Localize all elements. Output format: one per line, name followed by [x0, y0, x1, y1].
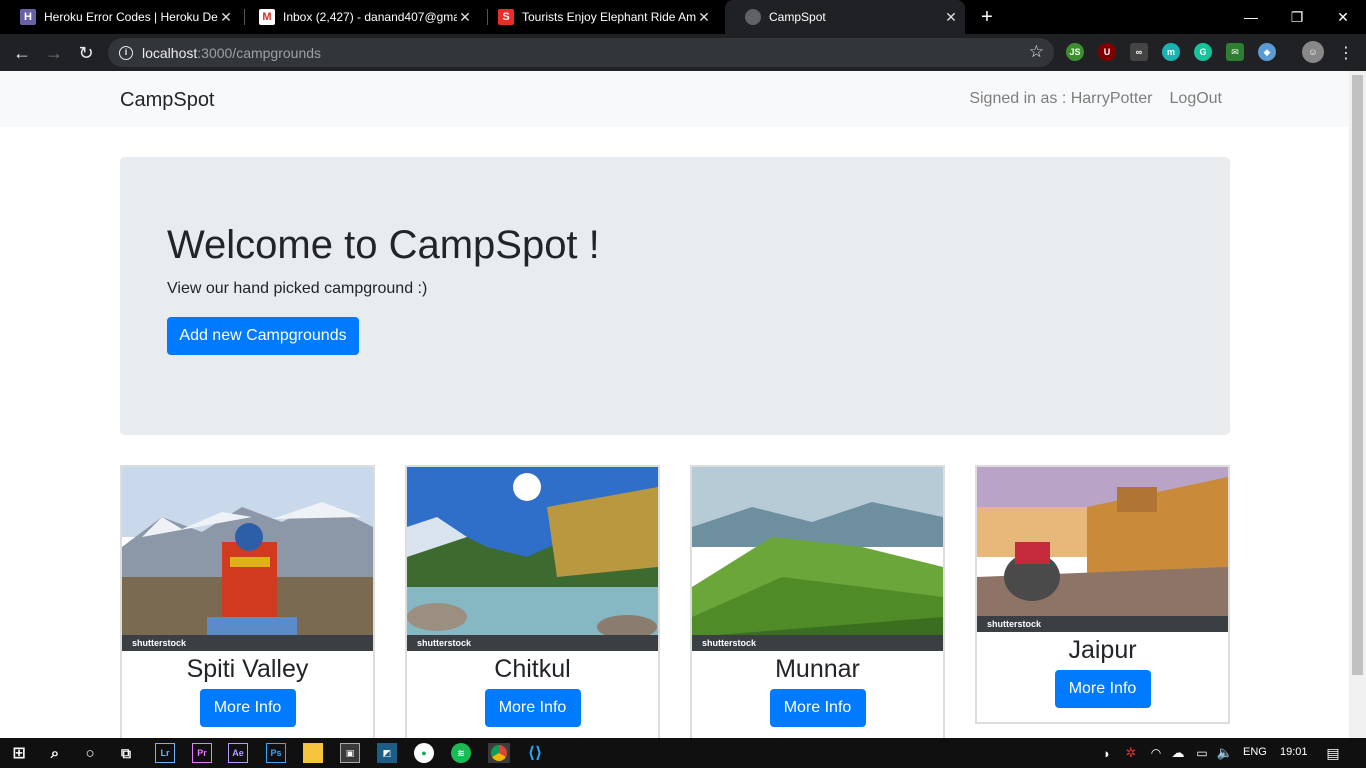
campground-name: Spiti Valley: [186, 655, 309, 683]
restore-icon[interactable]: ❐: [1274, 0, 1320, 34]
campground-image[interactable]: shutterstock: [692, 467, 943, 651]
app-icon[interactable]: ◩: [377, 743, 397, 763]
windows-start-icon[interactable]: ⊞: [9, 743, 29, 763]
close-icon[interactable]: ✕: [457, 9, 473, 26]
browser-tab-strip: H Heroku Error Codes | Heroku Dev ✕ M In…: [0, 0, 1366, 34]
watermark: shutterstock: [122, 635, 373, 651]
campground-card: shutterstock Munnar More Info: [690, 465, 945, 738]
colorpicker-extension-icon[interactable]: ◆: [1258, 43, 1276, 61]
tab-shutterstock[interactable]: S Tourists Enjoy Elephant Ride Ame ✕: [478, 0, 721, 34]
forward-icon[interactable]: →: [41, 40, 67, 66]
tab-gmail[interactable]: M Inbox (2,427) - danand407@gma ✕: [239, 0, 482, 34]
watermark: shutterstock: [407, 635, 658, 651]
window-close-icon[interactable]: ✕: [1320, 0, 1366, 34]
address-bar[interactable]: i localhost:3000/campgrounds ☆: [108, 38, 1054, 67]
campground-image[interactable]: shutterstock: [977, 467, 1228, 632]
cortana-icon[interactable]: ○: [80, 743, 100, 763]
menu-icon[interactable]: ⋮: [1333, 40, 1359, 66]
campground-name: Munnar: [775, 655, 860, 683]
heroku-icon: H: [20, 9, 36, 25]
watermark: shutterstock: [977, 616, 1228, 632]
tab-title: CampSpot: [769, 10, 826, 24]
nodejs-extension-icon[interactable]: JS: [1066, 43, 1084, 61]
campground-image[interactable]: shutterstock: [407, 467, 658, 651]
mail-extension-icon[interactable]: ✉: [1226, 43, 1244, 61]
campground-name: Chitkul: [494, 655, 571, 683]
photoshop-icon[interactable]: Ps: [266, 743, 286, 763]
brand-link[interactable]: CampSpot: [120, 89, 215, 112]
extension-icon[interactable]: ∞: [1130, 43, 1148, 61]
signed-in-label[interactable]: Signed in as : HarryPotter: [969, 90, 1152, 108]
clock[interactable]: 19:01: [1280, 746, 1308, 758]
logout-link[interactable]: LogOut: [1170, 90, 1222, 108]
vscode-icon[interactable]: ⟨⟩: [525, 743, 545, 763]
campground-card: shutterstock Jaipur More Info: [975, 465, 1230, 724]
battery-icon[interactable]: ▭: [1192, 743, 1212, 763]
task-view-icon[interactable]: ⧉: [116, 743, 136, 763]
chrome-icon[interactable]: [488, 743, 510, 763]
scrollbar[interactable]: [1349, 71, 1366, 738]
notification-icon[interactable]: ▤: [1323, 743, 1343, 763]
wifi-icon[interactable]: ◠: [1146, 743, 1166, 763]
lightroom-icon[interactable]: Lr: [155, 743, 175, 763]
spotify-icon[interactable]: ≋: [451, 743, 471, 763]
close-icon[interactable]: ✕: [218, 9, 234, 26]
store-icon[interactable]: ▣: [340, 743, 360, 763]
premiere-icon[interactable]: Pr: [192, 743, 212, 763]
bookmark-star-icon[interactable]: ☆: [1029, 42, 1044, 62]
tray-ext-icon[interactable]: ✲: [1121, 743, 1141, 763]
windows-taskbar: ⊞ ⌕ ○ ⧉ Lr Pr Ae Ps ▣ ◩ ● ≋ ⟨⟩ ◗ ✲ ◠ ☁ ▭…: [0, 738, 1366, 768]
page-viewport: CampSpot Signed in as : HarryPotter LogO…: [0, 71, 1349, 738]
close-icon[interactable]: ✕: [943, 9, 959, 26]
reload-icon[interactable]: ↻: [73, 40, 99, 66]
campground-image[interactable]: shutterstock: [122, 467, 373, 651]
new-tab-button[interactable]: +: [976, 5, 998, 29]
tab-title: Tourists Enjoy Elephant Ride Ame: [522, 10, 696, 24]
gmail-icon: M: [259, 9, 275, 25]
tray-app-icon[interactable]: ◗: [1097, 743, 1117, 763]
back-icon[interactable]: ←: [9, 40, 35, 66]
info-icon[interactable]: i: [119, 45, 133, 60]
mercury-extension-icon[interactable]: m: [1162, 43, 1180, 61]
campground-card: shutterstock Chitkul More Info: [405, 465, 660, 738]
tab-heroku[interactable]: H Heroku Error Codes | Heroku Dev ✕: [0, 0, 243, 34]
tab-title: Heroku Error Codes | Heroku Dev: [44, 10, 218, 24]
search-icon[interactable]: ⌕: [45, 743, 65, 763]
cloud-icon[interactable]: ☁: [1168, 743, 1188, 763]
grammarly-extension-icon[interactable]: G: [1194, 43, 1212, 61]
add-campground-button[interactable]: Add new Campgrounds: [167, 317, 359, 355]
more-info-button[interactable]: More Info: [769, 689, 866, 727]
globe-icon: [745, 9, 761, 25]
volume-icon[interactable]: 🔈: [1215, 743, 1235, 763]
mongodb-compass-icon[interactable]: ●: [414, 743, 434, 763]
tab-title: Inbox (2,427) - danand407@gma: [283, 10, 457, 24]
url-text[interactable]: localhost:3000/campgrounds: [142, 45, 321, 61]
campground-name: Jaipur: [1068, 636, 1137, 664]
close-icon[interactable]: ✕: [696, 9, 712, 26]
shutterstock-icon: S: [498, 9, 514, 25]
browser-toolbar: ← → ↻ i localhost:3000/campgrounds ☆ JS …: [0, 34, 1366, 71]
profile-avatar[interactable]: ☺: [1302, 41, 1324, 63]
watermark: shutterstock: [692, 635, 943, 651]
after-effects-icon[interactable]: Ae: [228, 743, 248, 763]
more-info-button[interactable]: More Info: [199, 689, 296, 727]
lead-text: View our hand picked campground :): [167, 280, 428, 297]
scrollbar-thumb[interactable]: [1352, 75, 1363, 675]
page-title: Welcome to CampSpot !: [167, 223, 600, 267]
minimize-icon[interactable]: —: [1228, 0, 1274, 34]
more-info-button[interactable]: More Info: [484, 689, 581, 727]
tab-campspot[interactable]: CampSpot ✕: [725, 0, 965, 34]
file-explorer-icon[interactable]: [303, 743, 323, 763]
language-indicator[interactable]: ENG: [1243, 746, 1267, 758]
site-navbar: CampSpot Signed in as : HarryPotter LogO…: [0, 71, 1349, 127]
more-info-button[interactable]: More Info: [1054, 670, 1151, 708]
campground-card: shutterstock Spiti Valley More Info: [120, 465, 375, 738]
jumbotron: Welcome to CampSpot ! View our hand pick…: [120, 157, 1230, 435]
ublock-extension-icon[interactable]: U: [1098, 43, 1116, 61]
